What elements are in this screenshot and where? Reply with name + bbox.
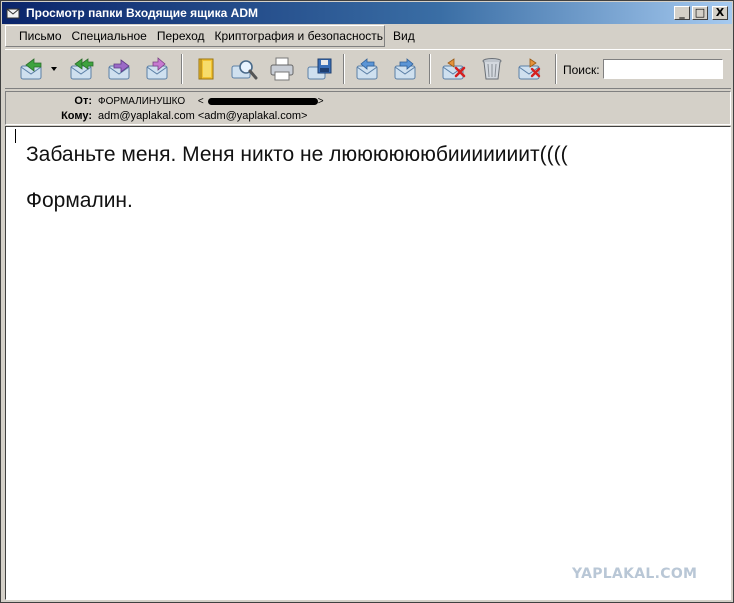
- junk-button[interactable]: [513, 54, 547, 84]
- junk-icon: [518, 58, 541, 80]
- address-book-button[interactable]: [189, 54, 223, 84]
- search-input[interactable]: [603, 59, 723, 79]
- menu-crypto-security[interactable]: Криптография и безопасность: [210, 29, 388, 43]
- reply-button[interactable]: [15, 54, 49, 84]
- menu-view[interactable]: Вид: [388, 29, 420, 43]
- redacted-address: [207, 97, 318, 105]
- find-button[interactable]: [227, 54, 261, 84]
- previous-icon: [356, 58, 378, 80]
- maximize-button[interactable]: □: [692, 6, 708, 20]
- save-button[interactable]: [303, 54, 337, 84]
- from-address-open: <: [197, 96, 204, 107]
- address-book-icon: [198, 58, 214, 80]
- close-icon: X: [715, 6, 725, 19]
- minimize-button[interactable]: _: [674, 6, 690, 20]
- from-name: ФОРМАЛИНУШКО: [98, 96, 186, 107]
- title-bar[interactable]: Просмотр папки Входящие ящика ADM _ □ X: [2, 2, 732, 24]
- menu-special[interactable]: Специальное: [67, 29, 152, 43]
- message-window: Просмотр папки Входящие ящика ADM _ □ X …: [0, 0, 734, 603]
- previous-button[interactable]: [351, 54, 385, 84]
- window-controls: _ □ X: [674, 6, 728, 20]
- delete-icon: [442, 58, 466, 80]
- message-headers: От: ФОРМАЛИНУШКО < > Кому: adm@yaplakal.c…: [5, 91, 731, 125]
- menu-bar: Письмо Специальное Переход Криптография …: [5, 25, 415, 47]
- menu-goto[interactable]: Переход: [152, 29, 210, 43]
- from-label: От:: [74, 95, 92, 107]
- message-body[interactable]: Забаньте меня. Меня никто не лююююююбиии…: [5, 126, 731, 600]
- search-label: Поиск:: [563, 63, 600, 77]
- toolbar-separator: [181, 54, 183, 84]
- text-caret: [15, 129, 16, 143]
- print-icon: [270, 57, 294, 81]
- to-value[interactable]: adm@yaplakal.com <adm@yaplakal.com>: [98, 110, 307, 122]
- delete-button[interactable]: [437, 54, 471, 84]
- reply-icon: [20, 58, 42, 80]
- next-icon: [394, 58, 416, 80]
- toolbar-separator: [343, 54, 345, 84]
- reply-dropdown-arrow[interactable]: [51, 67, 57, 71]
- reply-all-icon: [70, 58, 94, 80]
- message-signature: Формалин.: [26, 189, 133, 212]
- from-address-close: >: [317, 96, 324, 107]
- reply-all-button[interactable]: [65, 54, 99, 84]
- toolbar-separator: [429, 54, 431, 84]
- watermark-logo: YAPLAKAL.COM: [572, 566, 698, 582]
- trash-icon: [482, 58, 502, 80]
- next-button[interactable]: [389, 54, 423, 84]
- forward-button[interactable]: [103, 54, 137, 84]
- to-label: Кому:: [61, 110, 92, 122]
- find-icon: [231, 60, 258, 80]
- maximize-icon: □: [694, 6, 706, 19]
- save-icon: [307, 58, 332, 80]
- forward-icon: [108, 59, 130, 80]
- window-title: Просмотр папки Входящие ящика ADM: [26, 6, 259, 20]
- redirect-button[interactable]: [141, 54, 175, 84]
- toolbar-separator: [555, 54, 557, 84]
- toolbar: Поиск:: [5, 49, 731, 89]
- from-value[interactable]: ФОРМАЛИНУШКО < >: [98, 96, 324, 107]
- close-button[interactable]: X: [712, 6, 728, 20]
- minimize-icon: _: [679, 6, 685, 19]
- print-button[interactable]: [265, 54, 299, 84]
- redirect-icon: [146, 57, 168, 80]
- trash-button[interactable]: [475, 54, 509, 84]
- envelope-icon: [6, 8, 20, 19]
- message-line-1: Забаньте меня. Меня никто не лююююююбиии…: [26, 143, 568, 166]
- menu-letter[interactable]: Письмо: [14, 29, 67, 43]
